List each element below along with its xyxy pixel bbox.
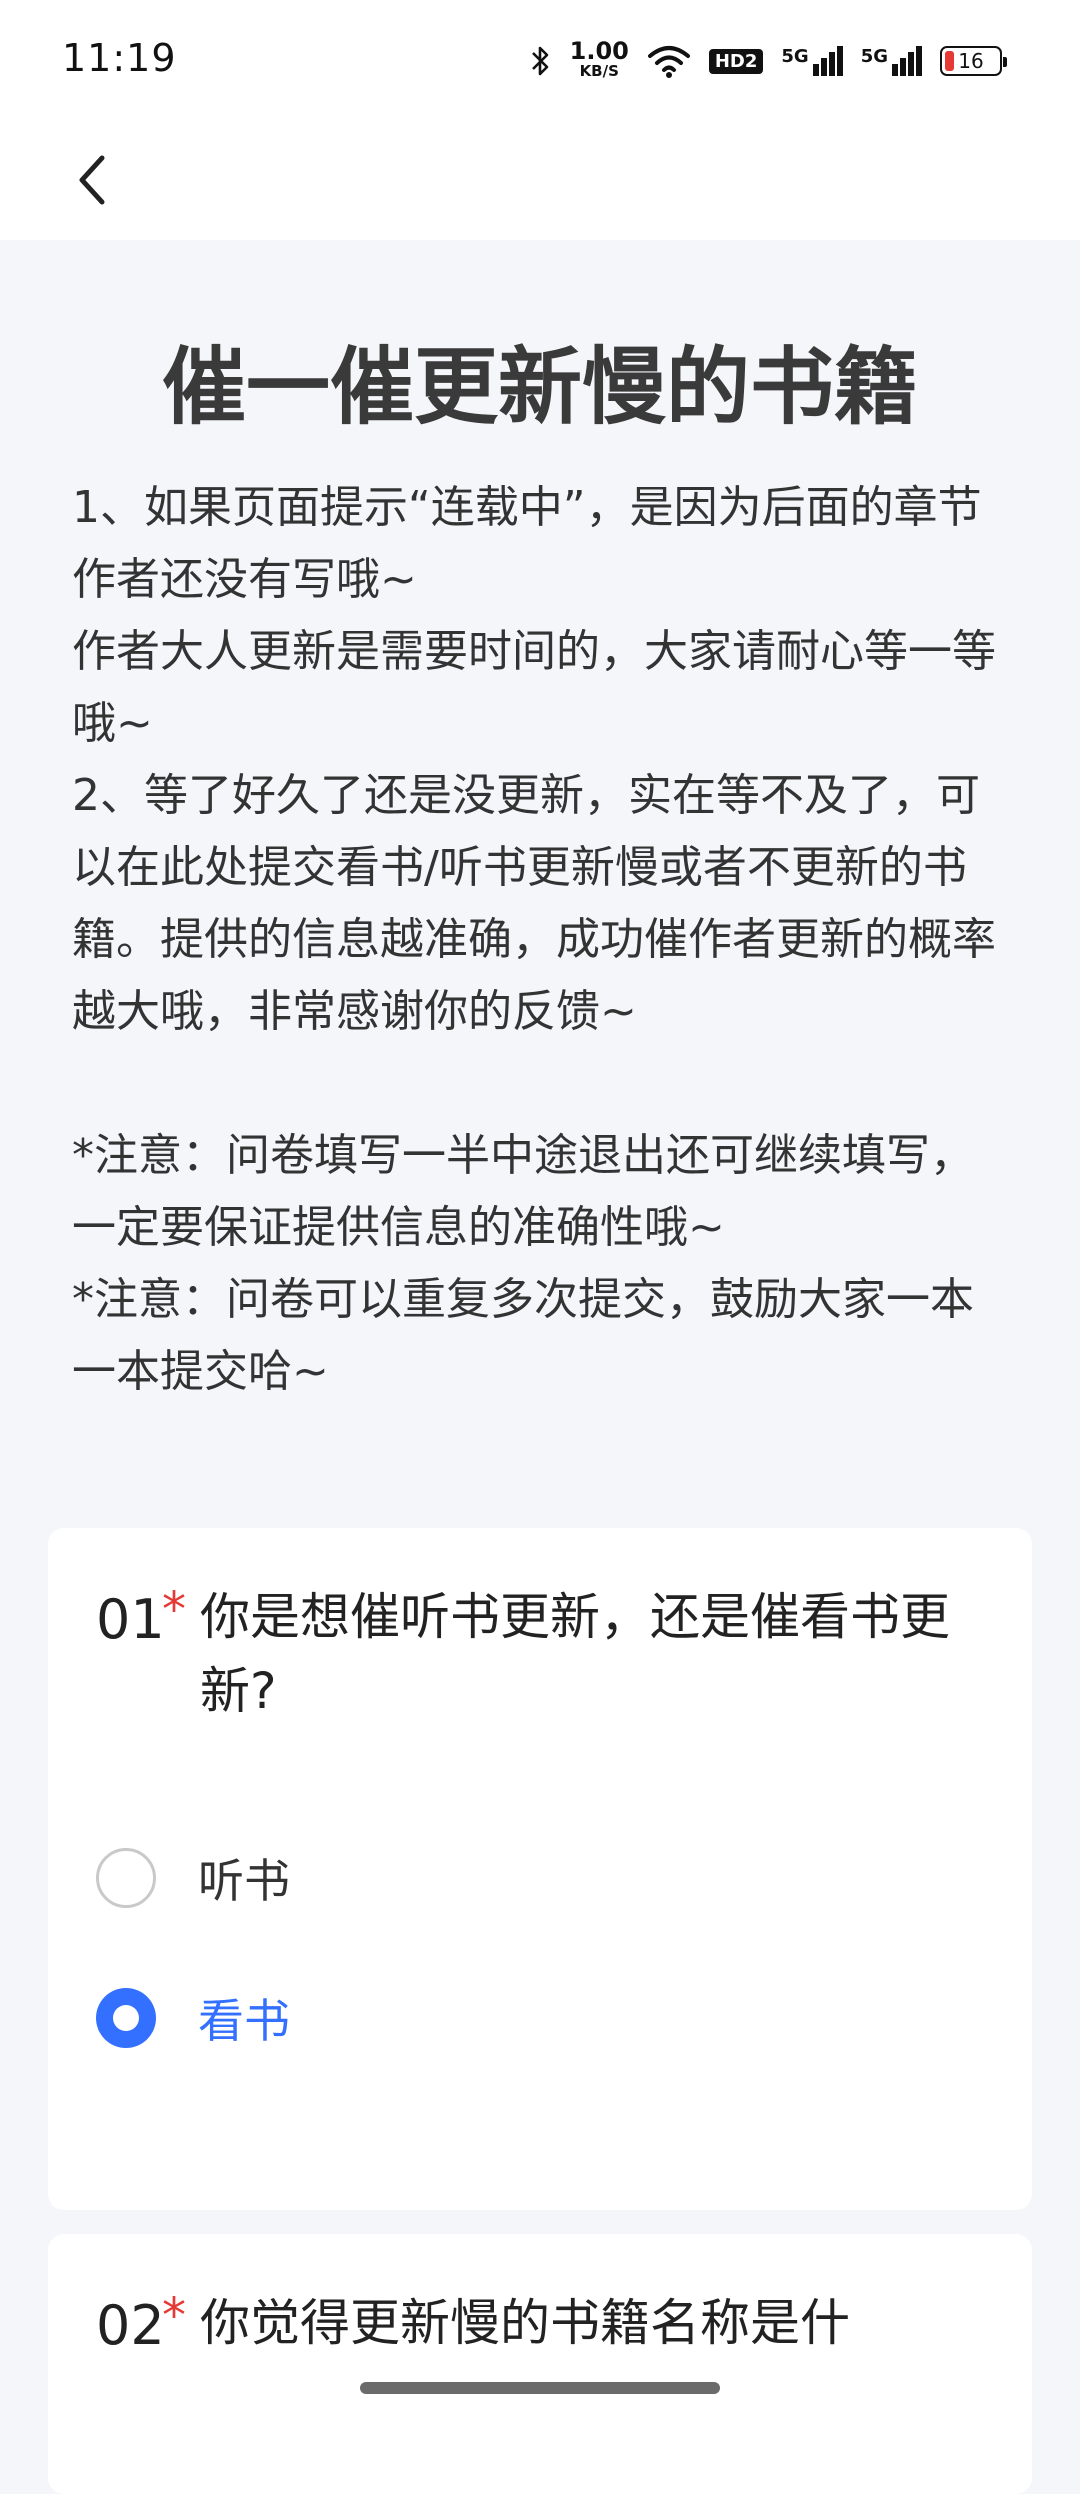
question-number: 01 [96,1588,165,1651]
question-card-2: 02 * 你觉得更新慢的书籍名称是什 [48,2234,1032,2494]
wifi-icon [647,46,690,78]
question-header: 02 * 你觉得更新慢的书籍名称是什 [96,2288,984,2360]
radio-checked[interactable] [96,1988,156,2048]
signal-5g-icon-2: 5G [861,46,922,76]
question-number: 02 [96,2294,165,2357]
network-speed: 1.00 KB/S [569,37,629,80]
question-text: 你觉得更新慢的书籍名称是什 [200,2294,850,2352]
back-button[interactable] [52,140,132,220]
status-icons: 1.00 KB/S HD2 5G 5G 16 [530,36,1007,86]
question-header: 01 * 你是想催听书更新，还是催看书更新? [96,1582,984,1728]
question-text: 你是想催听书更新，还是催看书更新? [200,1588,950,1720]
intro-text: 1、如果页面提示“连载中”，是因为后面的章节作者还没有写哦~ 作者大人更新是需要… [72,482,996,1397]
status-time: 11:19 [62,36,177,80]
bluetooth-icon [531,46,548,76]
radio-unchecked[interactable] [96,1848,156,1908]
chevron-left-icon [79,155,105,205]
battery-icon: 16 [940,46,1007,76]
page-title: 催一催更新慢的书籍 [161,338,918,436]
option-label: 看书 [198,1994,290,2048]
question-card-1: 01 * 你是想催听书更新，还是催看书更新? 听书 看书 [48,1528,1032,2210]
option-listen[interactable]: 听书 [96,1838,290,1918]
nav-bar [0,120,1080,240]
required-mark: * [162,2288,186,2344]
option-read[interactable]: 看书 [96,1978,290,2058]
option-label: 听书 [198,1854,290,1908]
home-indicator[interactable] [360,2382,720,2394]
status-bar: 11:19 1.00 KB/S HD2 5G 5G 16 [0,0,1080,120]
hd-voice-badge: HD2 [708,48,764,74]
required-mark: * [162,1582,186,1638]
signal-5g-icon: 5G [781,46,843,76]
